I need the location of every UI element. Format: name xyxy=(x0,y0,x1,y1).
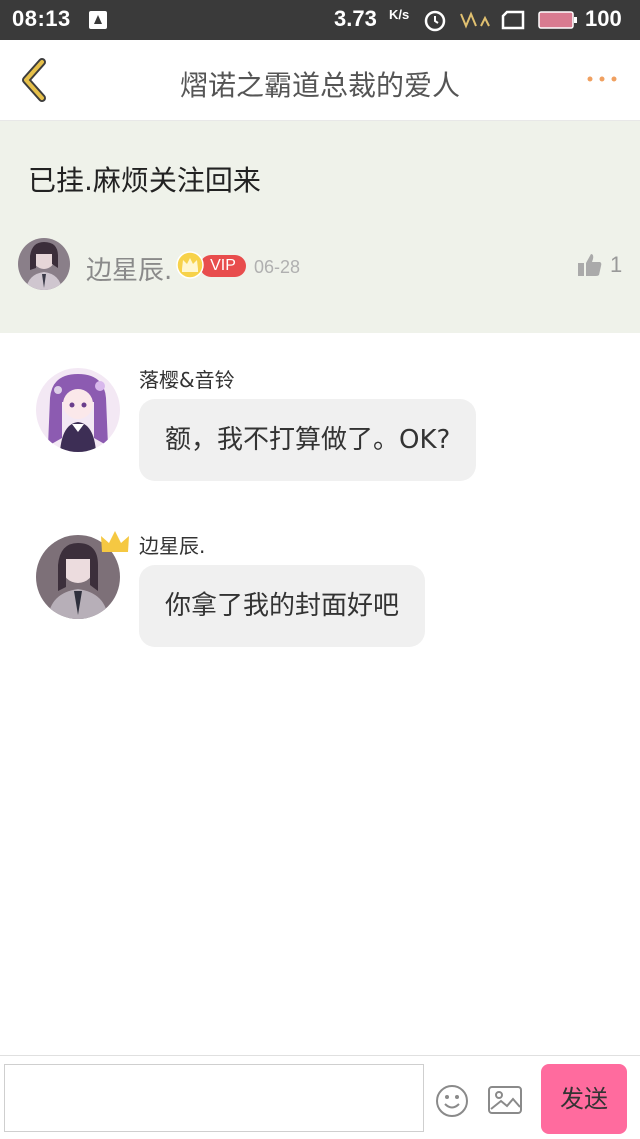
alarm-icon xyxy=(424,10,446,32)
battery-level: 100 xyxy=(585,6,622,31)
network-speed: 3.73 xyxy=(334,6,377,31)
post-text: 已挂.麻烦关注回来 xyxy=(28,164,261,197)
sim-icon xyxy=(501,10,525,30)
signal-icon xyxy=(460,11,490,29)
like-count: 1 xyxy=(610,252,623,277)
battery-icon xyxy=(538,11,577,29)
network-speed-unit: K/s xyxy=(389,7,410,22)
message-input[interactable] xyxy=(4,1064,424,1132)
smiley-icon[interactable] xyxy=(434,1083,470,1119)
status-time: 08:13 xyxy=(12,6,71,31)
crown-icon xyxy=(101,531,129,552)
like-button[interactable]: 1 xyxy=(576,251,636,281)
post-author-avatar[interactable] xyxy=(18,238,70,290)
send-button[interactable]: 发送 xyxy=(541,1064,627,1134)
thumbs-up-icon xyxy=(578,254,602,276)
notification-icon xyxy=(89,11,107,29)
input-bar: 发送 xyxy=(0,1055,640,1139)
message-bubble: 额，我不打算做了。OK? xyxy=(139,399,477,481)
sender-avatar[interactable] xyxy=(36,368,120,452)
message-bubble: 你拿了我的封面好吧 xyxy=(139,565,426,647)
sender-name: 落樱&音铃 xyxy=(139,368,235,392)
image-icon[interactable] xyxy=(487,1084,523,1116)
sender-name: 边星辰. xyxy=(139,534,206,558)
original-post: 已挂.麻烦关注回来 边星辰. VIP 06-28 1 xyxy=(0,121,640,333)
nav-bar: 熠诺之霸道总裁的爱人 xyxy=(0,40,640,121)
status-bar: 08:13 3.73 K/s 100 xyxy=(0,0,640,40)
page-title: 熠诺之霸道总裁的爱人 xyxy=(179,69,460,102)
crown-icon xyxy=(176,251,204,279)
post-author-name[interactable]: 边星辰. xyxy=(86,250,172,287)
back-button[interactable] xyxy=(14,54,58,106)
vip-badge: VIP xyxy=(176,251,246,279)
post-date: 06-28 xyxy=(254,257,301,277)
vip-label: VIP xyxy=(200,255,246,277)
more-dots-icon[interactable] xyxy=(582,64,622,94)
